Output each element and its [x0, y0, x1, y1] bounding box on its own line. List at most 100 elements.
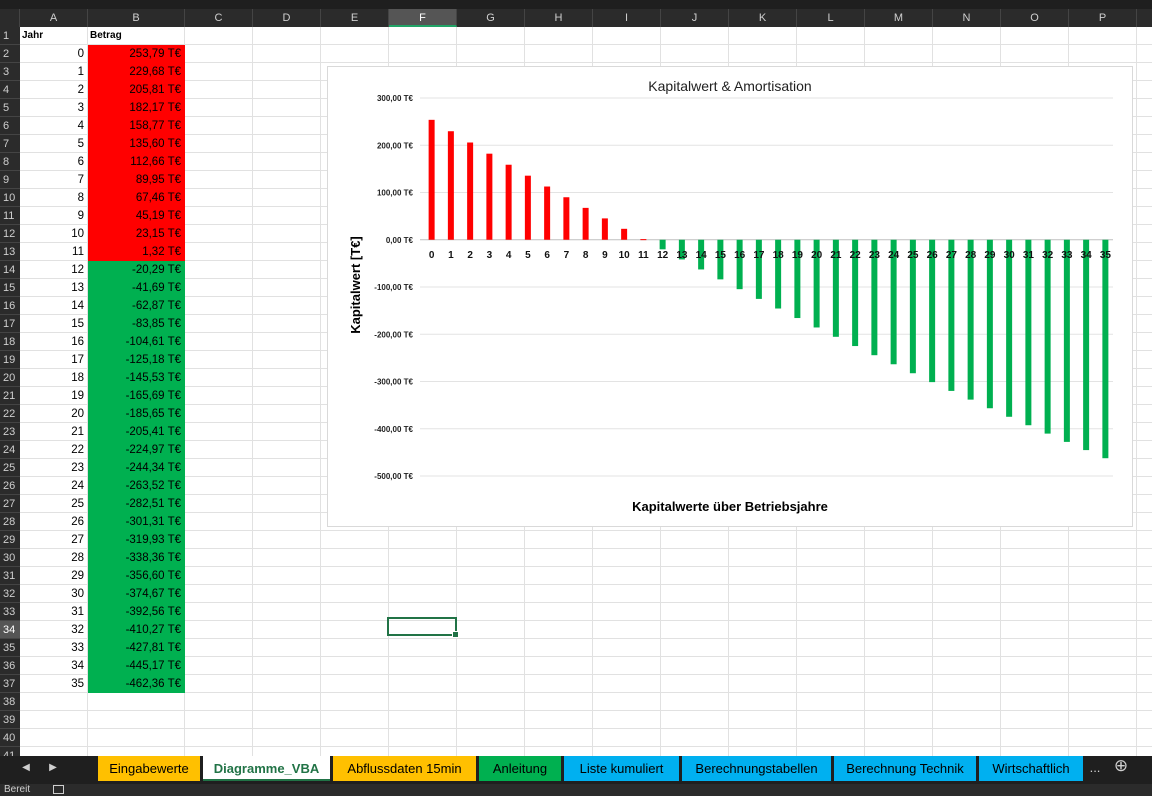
- row-header-10[interactable]: 10: [0, 189, 20, 207]
- sheet-tab-abflussdaten-15min[interactable]: Abflussdaten 15min: [333, 756, 476, 781]
- sheet-tab-anleitung[interactable]: Anleitung: [479, 756, 561, 781]
- row-header-12[interactable]: 12: [0, 225, 20, 243]
- chart-bar-16[interactable]: [736, 239, 743, 290]
- chart-bar-9[interactable]: [601, 218, 608, 240]
- cell-jahr[interactable]: 18: [20, 369, 88, 387]
- row-header-31[interactable]: 31: [0, 567, 20, 585]
- row-header-28[interactable]: 28: [0, 513, 20, 531]
- column-header-o[interactable]: O: [1001, 9, 1069, 27]
- chart-bar-32[interactable]: [1044, 239, 1051, 434]
- chart-bar-2[interactable]: [467, 142, 474, 240]
- column-header-b[interactable]: B: [88, 9, 185, 27]
- more-tabs-button[interactable]: ...: [1086, 760, 1104, 776]
- cell-jahr[interactable]: 32: [20, 621, 88, 639]
- chart-bar-12[interactable]: [659, 239, 666, 250]
- column-header-f[interactable]: F: [389, 9, 457, 27]
- row-header-34[interactable]: 34: [0, 621, 20, 639]
- cell-betrag[interactable]: -20,29 T€: [88, 261, 185, 279]
- cell-jahr[interactable]: 0: [20, 45, 88, 63]
- row-header-22[interactable]: 22: [0, 405, 20, 423]
- column-header-n[interactable]: N: [933, 9, 1001, 27]
- cell-betrag[interactable]: -104,61 T€: [88, 333, 185, 351]
- cell-jahr[interactable]: 14: [20, 297, 88, 315]
- cell-betrag[interactable]: 67,46 T€: [88, 189, 185, 207]
- sheet-tab-berechnung-technik[interactable]: Berechnung Technik: [834, 756, 976, 781]
- column-header-c[interactable]: C: [185, 9, 253, 27]
- row-header-32[interactable]: 32: [0, 585, 20, 603]
- cell-betrag[interactable]: -205,41 T€: [88, 423, 185, 441]
- cell-betrag[interactable]: 45,19 T€: [88, 207, 185, 225]
- cell-jahr[interactable]: 10: [20, 225, 88, 243]
- row-header-40[interactable]: 40: [0, 729, 20, 747]
- cell-betrag[interactable]: 23,15 T€: [88, 225, 185, 243]
- sheet-tab-liste-kumuliert[interactable]: Liste kumuliert: [564, 756, 679, 781]
- cell-betrag[interactable]: -462,36 T€: [88, 675, 185, 693]
- chart-bar-29[interactable]: [986, 239, 993, 409]
- cell-jahr[interactable]: 22: [20, 441, 88, 459]
- row-header-29[interactable]: 29: [0, 531, 20, 549]
- row-header-6[interactable]: 6: [0, 117, 20, 135]
- cell-jahr[interactable]: 33: [20, 639, 88, 657]
- cell-jahr[interactable]: 9: [20, 207, 88, 225]
- header-betrag[interactable]: Betrag: [88, 27, 185, 45]
- cell-betrag[interactable]: 112,66 T€: [88, 153, 185, 171]
- cell-jahr[interactable]: 28: [20, 549, 88, 567]
- cell-jahr[interactable]: 8: [20, 189, 88, 207]
- chart-bar-0[interactable]: [428, 119, 435, 240]
- cell-jahr[interactable]: 25: [20, 495, 88, 513]
- sheet-tab-berechnungstabellen[interactable]: Berechnungstabellen: [682, 756, 831, 781]
- cell-betrag[interactable]: -319,93 T€: [88, 531, 185, 549]
- cell-jahr[interactable]: 30: [20, 585, 88, 603]
- sheet-stats-icon[interactable]: [53, 785, 64, 794]
- cell-betrag[interactable]: 253,79 T€: [88, 45, 185, 63]
- cell-betrag[interactable]: -224,97 T€: [88, 441, 185, 459]
- column-header-j[interactable]: J: [661, 9, 729, 27]
- row-header-14[interactable]: 14: [0, 261, 20, 279]
- chart-bar-35[interactable]: [1102, 239, 1109, 459]
- row-header-35[interactable]: 35: [0, 639, 20, 657]
- chart-bar-6[interactable]: [544, 186, 551, 240]
- select-all-corner[interactable]: [0, 9, 20, 27]
- row-header-20[interactable]: 20: [0, 369, 20, 387]
- cell-betrag[interactable]: -427,81 T€: [88, 639, 185, 657]
- row-header-15[interactable]: 15: [0, 279, 20, 297]
- chart-bar-31[interactable]: [1025, 239, 1032, 426]
- column-header-m[interactable]: M: [865, 9, 933, 27]
- cell-jahr[interactable]: 3: [20, 99, 88, 117]
- row-header-25[interactable]: 25: [0, 459, 20, 477]
- cell-betrag[interactable]: -392,56 T€: [88, 603, 185, 621]
- row-header-27[interactable]: 27: [0, 495, 20, 513]
- active-cell-f34[interactable]: [387, 617, 459, 638]
- row-header-16[interactable]: 16: [0, 297, 20, 315]
- cell-betrag[interactable]: -282,51 T€: [88, 495, 185, 513]
- cell-jahr[interactable]: 23: [20, 459, 88, 477]
- cell-jahr[interactable]: 24: [20, 477, 88, 495]
- row-header-21[interactable]: 21: [0, 387, 20, 405]
- cell-betrag[interactable]: 205,81 T€: [88, 81, 185, 99]
- row-header-38[interactable]: 38: [0, 693, 20, 711]
- cell-betrag[interactable]: -62,87 T€: [88, 297, 185, 315]
- cell-betrag[interactable]: -356,60 T€: [88, 567, 185, 585]
- cell-jahr[interactable]: 20: [20, 405, 88, 423]
- row-header-36[interactable]: 36: [0, 657, 20, 675]
- chart-bar-27[interactable]: [948, 239, 955, 391]
- cell-betrag[interactable]: 135,60 T€: [88, 135, 185, 153]
- row-header-33[interactable]: 33: [0, 603, 20, 621]
- row-header-39[interactable]: 39: [0, 711, 20, 729]
- column-header-i[interactable]: I: [593, 9, 661, 27]
- cell-betrag[interactable]: 1,32 T€: [88, 243, 185, 261]
- chart-bar-10[interactable]: [621, 228, 628, 240]
- cell-betrag[interactable]: 89,95 T€: [88, 171, 185, 189]
- cell-betrag[interactable]: -445,17 T€: [88, 657, 185, 675]
- fill-handle[interactable]: [452, 631, 459, 638]
- row-header-23[interactable]: 23: [0, 423, 20, 441]
- chart-bar-34[interactable]: [1083, 239, 1090, 451]
- row-header-9[interactable]: 9: [0, 171, 20, 189]
- row-header-26[interactable]: 26: [0, 477, 20, 495]
- row-header-13[interactable]: 13: [0, 243, 20, 261]
- cell-jahr[interactable]: 12: [20, 261, 88, 279]
- cell-betrag[interactable]: -374,67 T€: [88, 585, 185, 603]
- cell-betrag[interactable]: 182,17 T€: [88, 99, 185, 117]
- cell-jahr[interactable]: 1: [20, 63, 88, 81]
- row-header-19[interactable]: 19: [0, 351, 20, 369]
